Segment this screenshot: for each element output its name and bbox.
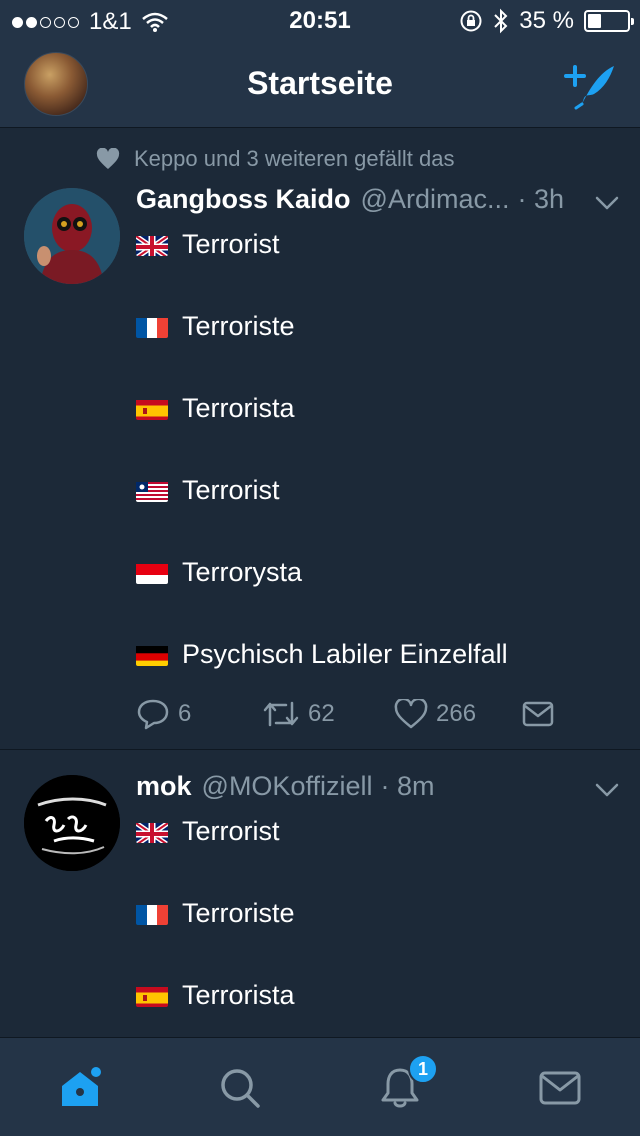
- battery-icon: [584, 10, 634, 32]
- reply-icon: [137, 699, 169, 730]
- tweet-line-text: Terroriste: [182, 311, 295, 341]
- user-handle[interactable]: @Ardimac...: [361, 184, 510, 215]
- heart-outline-icon: [394, 699, 428, 729]
- reply-button[interactable]: 6: [136, 698, 262, 730]
- chevron-down-icon[interactable]: [594, 194, 620, 212]
- spain-flag-icon: [136, 398, 168, 420]
- tab-home[interactable]: [58, 1066, 102, 1110]
- tweet[interactable]: mok @MOKoffiziell · 8m Terrorist Terrori…: [0, 751, 640, 1037]
- notifications-badge: 1: [408, 1054, 438, 1084]
- user-avatar[interactable]: [24, 775, 120, 871]
- home-timeline-screen: 1&1 20:51 35 % Startseite Keppo und 3 we…: [0, 0, 640, 1136]
- tweet-line-text: Terrorist: [182, 229, 280, 259]
- tweet-line: Terroriste: [136, 311, 295, 342]
- bluetooth-icon: [494, 8, 508, 34]
- compose-tweet-button[interactable]: [562, 58, 618, 110]
- tweet-line-text: Terrorysta: [182, 557, 303, 587]
- tweet-line-text: Terrorist: [182, 816, 280, 846]
- tweet[interactable]: Keppo und 3 weiteren gefällt das Gangbos…: [0, 128, 640, 750]
- tweet-line: Terrorysta: [136, 557, 302, 588]
- display-name[interactable]: Gangboss Kaido: [136, 184, 351, 215]
- france-flag-icon: [136, 903, 168, 925]
- social-context: Keppo und 3 weiteren gefällt das: [96, 146, 454, 172]
- tweet-header: mok @MOKoffiziell · 8m: [136, 771, 434, 802]
- tweet-line: Terrorist: [136, 816, 280, 847]
- tweet-line: Terrorist: [136, 229, 280, 260]
- display-name[interactable]: mok: [136, 771, 192, 802]
- retweet-count: 62: [308, 700, 335, 727]
- tab-search[interactable]: [218, 1066, 262, 1110]
- tweet-line-text: Terrorista: [182, 393, 295, 423]
- retweet-icon: [263, 701, 299, 727]
- battery-percentage: 35 %: [519, 7, 574, 34]
- tweet-line: Terrorista: [136, 980, 295, 1011]
- retweet-button[interactable]: 62: [262, 699, 394, 729]
- user-avatar[interactable]: [24, 188, 120, 284]
- tweet-line: Terrorist: [136, 475, 280, 506]
- tweet-time: · 3h: [517, 184, 564, 214]
- germany-flag-icon: [136, 644, 168, 666]
- chevron-down-icon[interactable]: [594, 781, 620, 799]
- rotation-lock-icon: [460, 10, 482, 32]
- tweet-line: Terrorista: [136, 393, 295, 424]
- tweet-time: · 8m: [380, 771, 435, 801]
- tweet-line-text: Terrorist: [182, 475, 280, 505]
- like-count: 266: [436, 700, 477, 727]
- france-flag-icon: [136, 316, 168, 338]
- heart-icon: [96, 148, 120, 169]
- tweet-line-text: Terroriste: [182, 898, 295, 928]
- tab-bar: 1: [0, 1037, 640, 1136]
- uk-flag-icon: [136, 233, 168, 256]
- user-handle[interactable]: @MOKoffiziell: [202, 771, 373, 802]
- reply-count: 6: [178, 700, 192, 727]
- status-bar: 1&1 20:51 35 %: [0, 0, 640, 40]
- liberia-flag-icon: [136, 480, 168, 502]
- envelope-icon: [522, 701, 554, 727]
- navigation-bar: Startseite: [0, 40, 640, 128]
- page-title: Startseite: [247, 65, 393, 101]
- social-context-text: Keppo und 3 weiteren gefällt das: [134, 146, 455, 171]
- tweet-header: Gangboss Kaido @Ardimac... · 3h: [136, 184, 564, 215]
- like-button[interactable]: 266: [394, 699, 522, 729]
- tweet-line-text: Psychisch Labiler Einzelfall: [182, 639, 508, 669]
- direct-message-button[interactable]: [522, 701, 554, 727]
- indonesia-flag-icon: [136, 562, 168, 584]
- tweet-line-text: Terrorista: [182, 980, 295, 1010]
- tweet-line: Psychisch Labiler Einzelfall: [136, 639, 508, 670]
- tweet-line: Terroriste: [136, 898, 295, 929]
- tab-messages[interactable]: [538, 1066, 582, 1110]
- tweet-actions: 6 62 266: [136, 698, 554, 730]
- uk-flag-icon: [136, 820, 168, 843]
- spain-flag-icon: [136, 985, 168, 1007]
